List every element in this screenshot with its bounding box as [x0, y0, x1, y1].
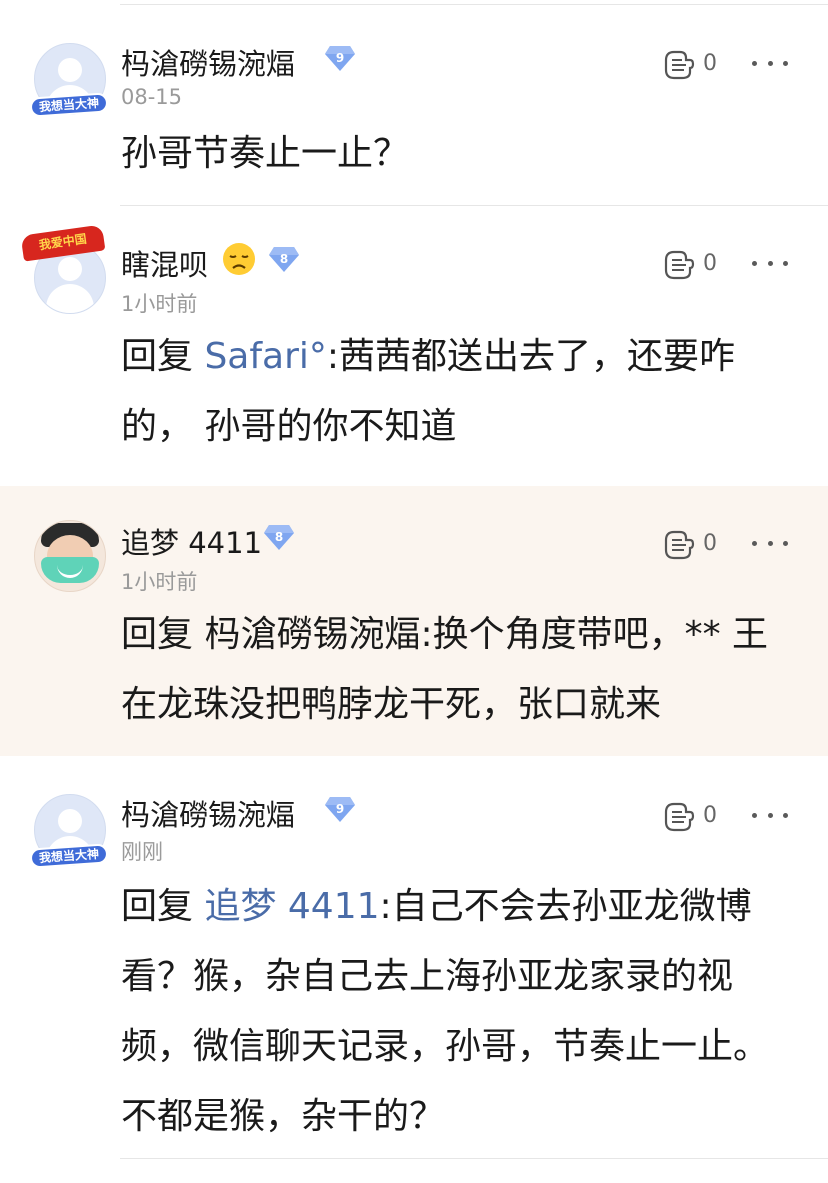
avatar[interactable]: [34, 520, 106, 592]
username[interactable]: 杩滄磱锡涴煏: [121, 792, 295, 834]
like-count: 0: [703, 251, 717, 276]
more-options-icon[interactable]: [752, 58, 788, 68]
comment-item-highlighted: 追梦 4411 8 1小时前 0 回复 杩滄磱锡涴煏:换个角度带吧，** 王在龙…: [0, 486, 828, 756]
avatar-head: [58, 58, 82, 82]
avatar-body: [46, 284, 94, 313]
level-badge-icon: 9: [325, 797, 355, 822]
avatar-head: [58, 257, 82, 281]
like-count: 0: [703, 803, 717, 828]
reply-prefix: 回复: [121, 336, 205, 377]
level-badge: 9: [324, 44, 356, 72]
level-badge-icon: 8: [264, 525, 294, 550]
like-icon[interactable]: [660, 46, 696, 82]
mention-link[interactable]: 追梦 4411: [204, 886, 379, 927]
level-number: 9: [336, 51, 344, 65]
avatar-head: [58, 809, 82, 833]
like-icon[interactable]: [660, 798, 696, 834]
like-icon[interactable]: [660, 526, 696, 562]
level-badge-icon: 8: [269, 247, 299, 272]
level-number: 9: [336, 802, 344, 816]
like-hand-icon: [664, 802, 695, 832]
comment-text: 回复 Safari°:茜茜都送出去了，还要咋的， 孙哥的你不知道: [121, 322, 801, 462]
level-badge: 8: [263, 523, 295, 551]
comment-text: 孙哥节奏止一止？: [121, 119, 801, 189]
more-options-icon[interactable]: [752, 810, 788, 820]
divider: [120, 1158, 828, 1159]
like-hand-icon: [664, 50, 695, 80]
username[interactable]: 瞎混呗: [121, 242, 208, 284]
reply-prefix: 回复: [121, 886, 205, 927]
timestamp: 1小时前: [121, 570, 198, 594]
comment-item: 我想当大神 杩滄磱锡涴煏 9 08-15 0 孙哥节奏止一止？: [0, 5, 828, 205]
more-options-icon[interactable]: [752, 258, 788, 268]
comment-text: 回复 追梦 4411:自己不会去孙亚龙微博看？猴，杂自己去上海孙亚龙家录的视频，…: [121, 872, 801, 1152]
timestamp: 1小时前: [121, 292, 198, 316]
like-count: 0: [703, 51, 717, 76]
level-number: 8: [280, 252, 288, 266]
comment-item: 我爱中国 瞎混呗 8 1小时前 0 回复 Safari°:茜茜都送出去了，还要咋…: [0, 206, 828, 484]
level-badge: 8: [268, 245, 300, 273]
avatar-frame-banner: 我想当大神: [29, 843, 109, 869]
level-badge-icon: 9: [325, 46, 355, 71]
like-hand-icon: [664, 250, 695, 280]
disappointed-face-emoji: [222, 242, 256, 276]
like-icon[interactable]: [660, 246, 696, 282]
username[interactable]: 杩滄磱锡涴煏: [121, 41, 295, 83]
level-badge: 9: [324, 795, 356, 823]
avatar-frame-banner: 我想当大神: [29, 92, 109, 118]
comment-item: 我想当大神 杩滄磱锡涴煏 9 刚刚 0 回复 追梦 4411:自己不会去孙亚龙微…: [0, 758, 828, 1158]
more-options-icon[interactable]: [752, 538, 788, 548]
comment-list: 我想当大神 杩滄磱锡涴煏 9 08-15 0 孙哥节奏止一止？ 我爱中国 瞎混呗…: [0, 0, 828, 1183]
comment-body: 孙哥节奏止一止？: [121, 133, 410, 174]
level-number: 8: [275, 530, 283, 544]
like-hand-icon: [664, 530, 695, 560]
username[interactable]: 追梦 4411: [121, 520, 262, 562]
mention-link[interactable]: Safari°: [204, 336, 326, 377]
timestamp: 08-15: [121, 85, 183, 109]
timestamp: 刚刚: [121, 840, 163, 864]
like-count: 0: [703, 531, 717, 556]
reply-prefix: 回复 杩滄磱锡涴煏: [121, 614, 421, 655]
comment-text: 回复 杩滄磱锡涴煏:换个角度带吧，** 王在龙珠没把鸭脖龙干死，张口就来: [121, 600, 801, 740]
